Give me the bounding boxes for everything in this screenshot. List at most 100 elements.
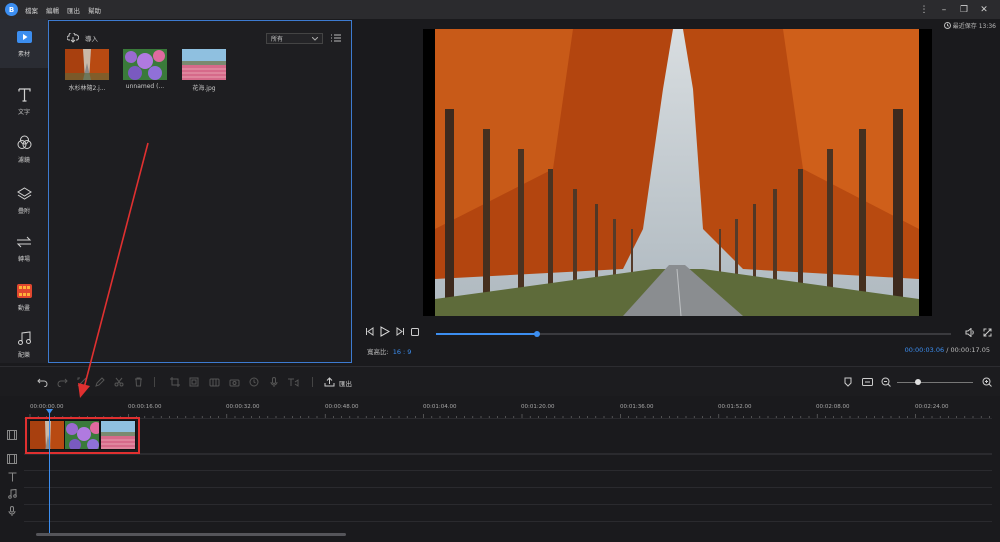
sidebar-item-media[interactable]: 素材: [0, 19, 48, 68]
restore-icon[interactable]: ❐: [954, 5, 974, 15]
flowers-thumbnail: [123, 49, 167, 80]
prev-frame-icon[interactable]: [365, 327, 374, 336]
menu-edit[interactable]: 編輯: [46, 5, 59, 15]
voice-track[interactable]: [24, 505, 992, 522]
fullscreen-icon[interactable]: [983, 328, 992, 339]
clip-highlight-box: [25, 417, 140, 454]
menu-file[interactable]: 檔案: [25, 5, 38, 15]
menu-help[interactable]: 幫助: [88, 5, 101, 15]
sidebar-item-overlay[interactable]: 疊附: [0, 175, 48, 225]
sidebar-item-text[interactable]: 文字: [0, 76, 48, 126]
transition-icon: [16, 234, 32, 250]
import-label: 導入: [85, 35, 98, 43]
sidebar-item-transition[interactable]: 轉場: [0, 223, 48, 273]
progress-handle[interactable]: [533, 331, 540, 337]
marker-icon[interactable]: [842, 376, 854, 388]
delete-icon[interactable]: [132, 376, 144, 388]
export-icon[interactable]: [323, 376, 335, 388]
ruler-label: 00:02:08.00: [816, 404, 850, 410]
menu-bar: 檔案 編輯 匯出 幫助: [25, 5, 109, 15]
timeline-ruler[interactable]: 00:00:00.00 00:00:16.00 00:00:32.00 00:0…: [26, 396, 992, 418]
playhead[interactable]: [49, 410, 50, 534]
play-button-icon[interactable]: [380, 326, 390, 337]
play-icon: [16, 29, 32, 45]
text-track[interactable]: [24, 471, 992, 488]
video-preview: [423, 29, 932, 317]
mosaic-icon[interactable]: [208, 376, 220, 388]
pip-track[interactable]: [24, 454, 992, 471]
redo-icon[interactable]: [56, 376, 68, 388]
ruler-label: 00:00:32.00: [226, 404, 260, 410]
volume-icon[interactable]: [965, 327, 975, 339]
ruler-label: 00:00:16.00: [128, 404, 162, 410]
fit-timeline-icon[interactable]: [861, 376, 873, 388]
flower-field-thumbnail: [182, 49, 226, 80]
sidebar-item-label: 轉場: [17, 255, 30, 263]
overlay-icon: [16, 186, 32, 202]
ruler-label: 00:01:52.00: [718, 404, 752, 410]
minimize-icon[interactable]: –: [934, 5, 954, 15]
media-filter-select[interactable]: 所有: [266, 33, 323, 44]
ruler-label: 00:01:04.00: [423, 404, 457, 410]
cut-icon[interactable]: [113, 376, 125, 388]
filter-icon: [16, 135, 32, 151]
animation-icon: [16, 283, 32, 299]
pip-track-icon: [0, 452, 24, 466]
timeline-scrollbar[interactable]: [30, 533, 994, 536]
sidebar-item-label: 素材: [17, 51, 30, 58]
sidebar-item-animation[interactable]: 動畫: [0, 272, 48, 322]
text-to-speech-icon[interactable]: [287, 376, 299, 388]
total-time: 00:00:17.05: [950, 346, 990, 354]
ruler-label: 00:01:36.00: [620, 404, 654, 410]
toolbar-divider: [312, 377, 313, 387]
stop-icon[interactable]: [411, 327, 419, 336]
title-bar: B 檔案 編輯 匯出 幫助 ⋮ – ❐ ✕: [0, 0, 1000, 19]
sidebar-item-label: 濾鏡: [17, 156, 30, 164]
save-status-icon: [943, 22, 951, 29]
edit-icon[interactable]: [94, 376, 106, 388]
zoom-slider-handle[interactable]: [914, 379, 921, 385]
playback-progress[interactable]: [436, 331, 951, 337]
export-button[interactable]: 匯出: [339, 378, 352, 388]
duration-icon[interactable]: [248, 376, 260, 388]
close-icon[interactable]: ✕: [974, 5, 994, 15]
sidebar-item-filter[interactable]: 濾鏡: [0, 124, 48, 174]
zoom-crop-icon[interactable]: [188, 376, 200, 388]
current-time: 00:00:03.06: [904, 346, 945, 354]
more-options-icon[interactable]: ⋮: [914, 5, 934, 15]
screenshot-icon[interactable]: [228, 376, 240, 388]
timeline-zoom-slider[interactable]: [897, 379, 973, 385]
list-view-icon[interactable]: [331, 34, 341, 42]
autumn-trees-thumbnail: [65, 49, 109, 80]
sidebar-item-label: 配樂: [17, 351, 30, 359]
aspect-ratio-value[interactable]: 16 : 9: [393, 348, 412, 356]
music-track-icon: [0, 487, 24, 501]
time-separator: /: [946, 346, 949, 354]
zoom-out-icon[interactable]: [880, 376, 892, 388]
media-file-name: 水杉林隨2.j...: [68, 85, 106, 92]
window-controls: ⋮ – ❐ ✕: [914, 0, 994, 19]
zoom-in-icon[interactable]: [981, 376, 993, 388]
music-track[interactable]: [24, 488, 992, 505]
video-track[interactable]: [24, 418, 992, 454]
player-controls: [365, 326, 425, 337]
import-button[interactable]: 導入: [67, 33, 98, 43]
undo-icon[interactable]: [36, 376, 48, 388]
timecode: 00:00:03.06 / 00:00:17.05: [905, 346, 990, 354]
preview-right-controls: [965, 327, 992, 339]
menu-export[interactable]: 匯出: [67, 5, 80, 15]
sidebar-item-label: 動畫: [17, 304, 30, 312]
record-voice-icon[interactable]: [268, 376, 280, 388]
next-frame-icon[interactable]: [396, 327, 405, 336]
media-panel: 導入 所有 水杉林隨2.j... unnamed (... 花海.jpg: [48, 20, 352, 363]
split-icon[interactable]: [76, 376, 88, 388]
save-status-text: 最近保存 13:36: [952, 23, 996, 30]
sidebar-item-music[interactable]: 配樂: [0, 319, 48, 369]
save-status: 最近保存 13:36: [943, 21, 996, 30]
text-track-icon: [0, 470, 24, 484]
media-thumb-flowers[interactable]: [123, 49, 167, 80]
crop-icon[interactable]: [169, 376, 181, 388]
media-thumb-autumn-trees[interactable]: [65, 49, 109, 80]
scrollbar-thumb[interactable]: [36, 533, 346, 536]
media-thumb-flower-field[interactable]: [182, 49, 226, 80]
